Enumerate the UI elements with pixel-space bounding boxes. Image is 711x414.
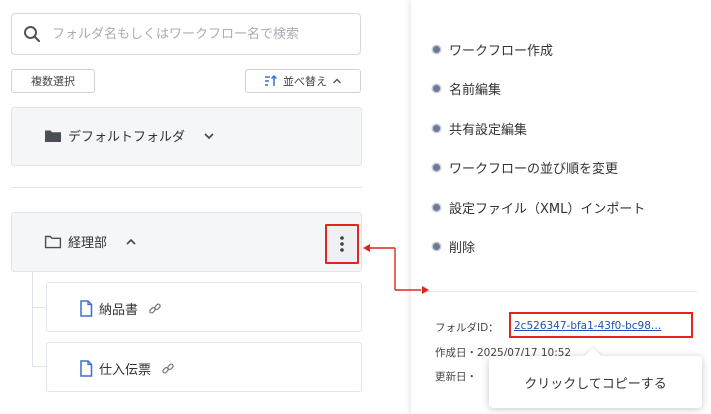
- more-options-button[interactable]: [325, 224, 359, 264]
- menu-item-delete[interactable]: 削除: [433, 237, 475, 256]
- menu-item-label: 設定ファイル（XML）インポート: [449, 202, 646, 217]
- sort-label: 並べ替え: [283, 75, 327, 88]
- updated-row: 更新日・: [435, 369, 477, 384]
- menu-item-import-xml[interactable]: 設定ファイル（XML）インポート: [433, 198, 645, 217]
- workflow-item[interactable]: 納品書: [46, 282, 362, 332]
- annotation-arrow: [363, 244, 429, 294]
- bullet-icon: [433, 125, 440, 132]
- folder-card-accounting[interactable]: 経理部: [11, 212, 362, 272]
- bullet-icon: [433, 204, 440, 211]
- document-icon: [79, 360, 93, 377]
- bullet-icon: [433, 85, 440, 92]
- folder-id-row: フォルダID：: [435, 320, 499, 335]
- share-link-icon: [161, 362, 175, 376]
- multi-select-label: 複数選択: [31, 75, 75, 88]
- menu-item-label: 削除: [449, 241, 476, 256]
- sort-icon: [264, 75, 278, 87]
- menu-item-label: ワークフローの並び順を変更: [449, 162, 619, 177]
- chevron-up-icon[interactable]: [125, 237, 137, 247]
- folder-icon: [44, 128, 62, 143]
- workflow-name: 仕入伝票: [99, 363, 152, 378]
- workflow-name: 納品書: [99, 303, 139, 318]
- folder-id-label: フォルダID：: [435, 322, 499, 334]
- created-label: 作成日・: [435, 347, 477, 359]
- search-input[interactable]: [52, 22, 352, 46]
- vertical-dots-icon: [340, 236, 344, 252]
- search-icon: [23, 25, 41, 43]
- menu-item-label: 名前編集: [449, 83, 502, 98]
- bullet-icon: [433, 164, 440, 171]
- folder-id-link[interactable]: 2c526347-bfa1-43f0-bc98…: [514, 320, 661, 332]
- folder-open-icon: [44, 234, 62, 249]
- updated-label: 更新日・: [435, 371, 477, 383]
- menu-item-create-workflow[interactable]: ワークフロー作成: [433, 40, 553, 59]
- share-link-icon: [148, 302, 162, 316]
- folder-name: 経理部: [68, 236, 108, 251]
- folder-card-default[interactable]: デフォルトフォルダ: [11, 107, 362, 166]
- menu-item-label: 共有設定編集: [449, 123, 528, 138]
- multi-select-button[interactable]: 複数選択: [11, 69, 95, 93]
- tree-line: [32, 272, 33, 367]
- folder-name: デフォルトフォルダ: [68, 130, 186, 145]
- search-box[interactable]: [11, 13, 361, 55]
- menu-item-rename[interactable]: 名前編集: [433, 79, 501, 98]
- folder-id-value[interactable]: 2c526347-bfa1-43f0-bc98…: [514, 320, 661, 332]
- bullet-icon: [433, 46, 440, 53]
- sort-button[interactable]: 並べ替え: [245, 69, 361, 93]
- divider: [11, 187, 362, 188]
- menu-item-label: ワークフロー作成: [449, 44, 554, 59]
- menu-item-reorder[interactable]: ワークフローの並び順を変更: [433, 158, 618, 177]
- chevron-up-icon: [332, 77, 342, 85]
- workflow-item[interactable]: 仕入伝票: [46, 342, 362, 392]
- chevron-down-icon[interactable]: [203, 131, 215, 141]
- menu-item-share-settings[interactable]: 共有設定編集: [433, 119, 527, 138]
- document-icon: [79, 300, 93, 317]
- folder-menu-panel: ワークフロー作成 名前編集 共有設定編集 ワークフローの並び順を変更 設定ファイ…: [411, 0, 711, 414]
- tree-branch: [32, 366, 46, 367]
- tree-branch: [32, 307, 46, 308]
- menu-divider: [425, 291, 697, 292]
- copy-tooltip: クリックしてコピーする: [489, 347, 702, 408]
- tooltip-text: クリックしてコピーする: [524, 376, 667, 392]
